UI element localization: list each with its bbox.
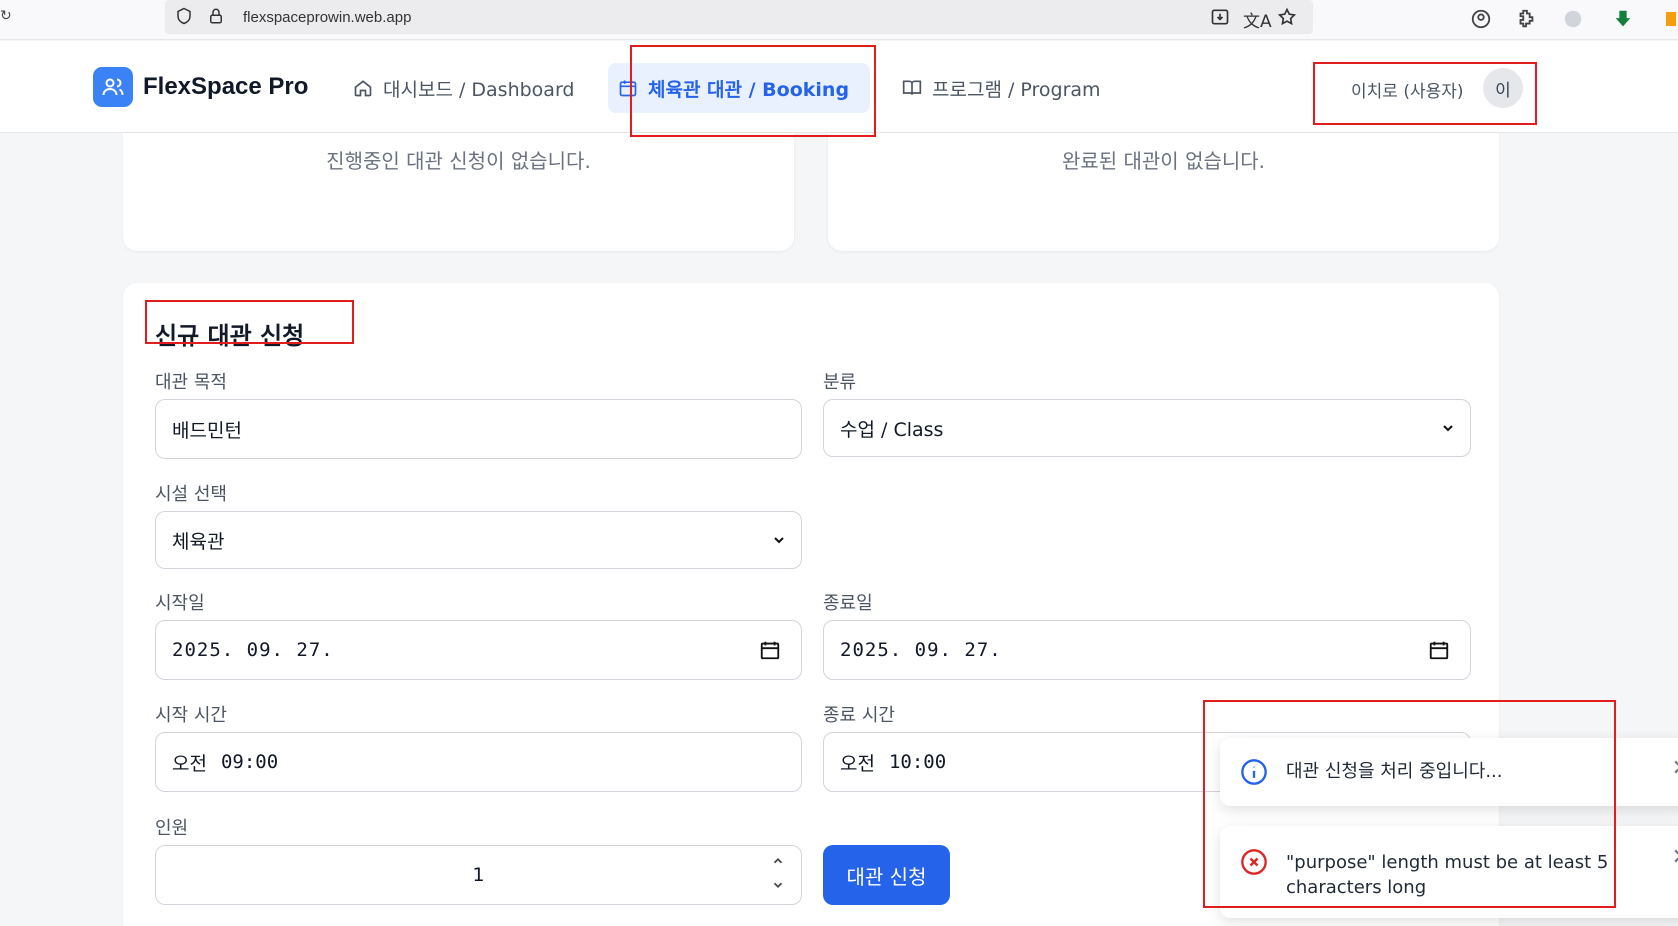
end-date-label: 종료일 xyxy=(823,593,873,614)
shield-icon[interactable] xyxy=(175,7,193,29)
purpose-input[interactable]: 배드민턴 xyxy=(155,399,802,459)
people-input[interactable]: 1 xyxy=(155,845,802,905)
star-icon[interactable] xyxy=(1277,7,1297,31)
nav-dashboard-label: 대시보드 / Dashboard xyxy=(383,78,575,101)
close-icon[interactable]: ✕ xyxy=(1672,845,1678,870)
extensions-icon[interactable] xyxy=(1515,8,1537,35)
in-progress-card: 진행중인 대관 신청이 없습니다. xyxy=(123,133,794,251)
category-label: 분류 xyxy=(823,372,857,393)
annotation-box-toasts xyxy=(1203,700,1616,908)
start-time-input[interactable]: 오전 09:00 xyxy=(155,732,802,792)
submit-booking-button[interactable]: 대관 신청 xyxy=(823,845,950,905)
download-icon[interactable] xyxy=(1612,8,1634,35)
completed-card: 완료된 대관이 없습니다. xyxy=(828,133,1499,251)
translate-icon[interactable]: 文A xyxy=(1243,7,1272,32)
end-time-label: 종료 시간 xyxy=(823,705,895,726)
category-select[interactable]: 수업 / Class xyxy=(823,399,1471,457)
install-app-icon[interactable] xyxy=(1210,7,1230,31)
start-date-value: 2025. 09. 27. xyxy=(172,639,334,661)
facility-select[interactable]: 체육관 xyxy=(155,511,802,569)
annotation-box-form-title xyxy=(145,300,354,344)
calendar-picker-icon[interactable] xyxy=(1428,639,1450,661)
home-icon xyxy=(354,80,372,97)
url-text[interactable]: flexspaceprowin.web.app xyxy=(243,9,411,26)
category-value: 수업 / Class xyxy=(840,418,944,441)
start-time-value: 09:00 xyxy=(220,751,279,773)
extension-colorful-icon[interactable] xyxy=(1664,8,1678,35)
account-icon[interactable] xyxy=(1470,8,1492,35)
browser-toolbar: ↻ flexspaceprowin.web.app 文A xyxy=(0,0,1678,40)
start-date-label: 시작일 xyxy=(155,593,205,614)
purpose-value: 배드민턴 xyxy=(172,419,242,442)
end-time-value: 10:00 xyxy=(888,751,947,773)
nav-dashboard[interactable]: 대시보드 / Dashboard xyxy=(343,63,584,113)
book-icon xyxy=(902,80,922,95)
profile-icon[interactable] xyxy=(1562,8,1584,35)
address-bar[interactable]: flexspaceprowin.web.app 文A xyxy=(165,0,1313,34)
number-stepper[interactable] xyxy=(771,854,785,892)
calendar-picker-icon[interactable] xyxy=(759,639,781,661)
start-time-label: 시작 시간 xyxy=(155,705,227,726)
in-progress-empty-text: 진행중인 대관 신청이 없습니다. xyxy=(326,149,591,173)
start-time-period: 오전 xyxy=(172,752,207,775)
end-date-input[interactable]: 2025. 09. 27. xyxy=(823,620,1471,680)
end-time-period: 오전 xyxy=(840,752,875,775)
people-value: 1 xyxy=(472,864,485,886)
chevron-down-icon xyxy=(774,537,784,544)
lock-icon[interactable] xyxy=(207,7,225,29)
completed-empty-text: 완료된 대관이 없습니다. xyxy=(1061,149,1266,173)
purpose-label: 대관 목적 xyxy=(155,372,227,393)
chevron-up-icon[interactable] xyxy=(771,854,785,868)
nav-program[interactable]: 프로그램 / Program xyxy=(892,63,1111,113)
facility-label: 시설 선택 xyxy=(155,484,227,505)
logo-icon[interactable] xyxy=(93,67,133,107)
start-date-input[interactable]: 2025. 09. 27. xyxy=(155,620,802,680)
chevron-down-icon xyxy=(1443,425,1453,432)
people-label: 인원 xyxy=(155,818,189,839)
annotation-box-booking-tab xyxy=(630,45,876,137)
brand-name[interactable]: FlexSpace Pro xyxy=(143,73,308,101)
chevron-down-icon[interactable] xyxy=(771,878,785,892)
facility-value: 체육관 xyxy=(172,530,225,553)
close-icon[interactable]: ✕ xyxy=(1672,756,1678,781)
nav-program-label: 프로그램 / Program xyxy=(932,78,1101,101)
end-date-value: 2025. 09. 27. xyxy=(840,639,1002,661)
reload-icon[interactable]: ↻ xyxy=(0,8,12,24)
annotation-box-user xyxy=(1313,62,1537,125)
